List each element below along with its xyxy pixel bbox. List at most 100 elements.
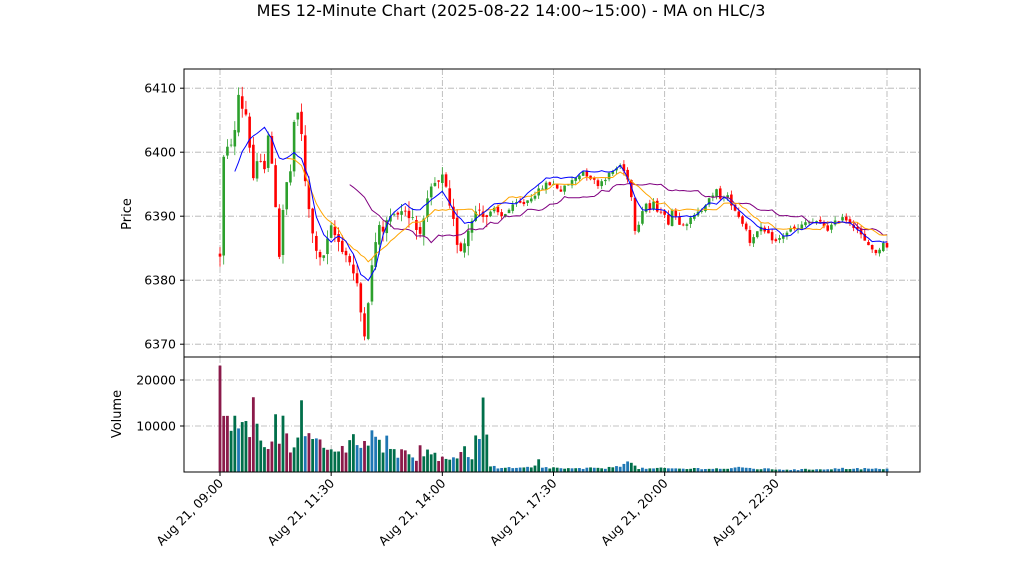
volume-bar [485,434,489,472]
candle-body [600,181,603,187]
volume-bar [340,445,344,472]
volume-bar [626,461,630,472]
volume-bar [874,468,878,472]
price-axes-frame [183,68,921,358]
volume-bar [522,467,526,472]
volume-bar [403,450,407,472]
price-ytick-label: 6400 [144,145,176,160]
candle-body [655,200,659,212]
volume-bar [337,451,340,472]
volume-bar [500,467,504,472]
candle-body [511,204,515,211]
volume-bar [596,467,600,472]
candle-body [426,198,429,218]
candle-body [396,212,400,215]
x-tick-label: Aug 21, 17:30 [487,475,560,548]
candle-body [548,182,552,186]
volume-bar [318,439,322,472]
candle-body [248,116,251,148]
volume-bar [507,467,511,472]
candle-body [678,216,681,225]
candle-body [674,210,678,217]
candle-body [344,250,348,256]
candle-body [633,197,637,231]
volume-bar [518,467,522,472]
volume-bar [855,468,859,472]
candle-body [489,211,492,217]
candle-body [774,239,778,242]
volume-bar [566,468,570,472]
candle-body [277,208,281,257]
volume-bar [477,439,481,472]
volume-bar [659,467,663,472]
volume-bar [292,447,296,472]
candle-body [841,217,844,221]
volume-bar [255,423,259,472]
candle-body [689,217,692,225]
volume-bar [333,451,337,472]
candle-body [340,240,344,252]
volume-bar [459,452,463,472]
volume-bar [552,467,555,472]
candle-body [281,210,285,255]
candle-body [300,111,303,135]
volume-bar [422,456,426,472]
volume-bar [411,457,415,472]
candle-body [370,265,374,302]
volume-bar [692,467,696,472]
volume-bar [381,452,385,472]
candle-body [681,224,685,226]
candle-body [274,165,277,208]
x-tick-label: Aug 21, 14:00 [375,475,448,548]
volume-bar [455,458,459,472]
candle-body [418,227,422,234]
volume-bar [641,467,644,472]
volume-bar [463,446,466,472]
candle-body [529,198,533,202]
volume-bar [229,430,233,472]
price-ytick-label: 6410 [144,81,176,96]
volume-bar [429,454,433,472]
candle-body [867,241,870,246]
candle-body [444,174,448,187]
volume-ytick-label: 20000 [136,373,176,388]
candle-body [641,211,644,224]
volume-bar [663,467,667,472]
volume-bar [767,468,770,472]
volume-bar [259,440,263,472]
volume-bar [226,415,229,472]
volume-bar [670,468,674,472]
volume-bar [244,421,248,472]
volume-bar [611,467,615,472]
volume-bar [377,439,381,472]
volume-bar [474,435,478,472]
volume-bar [841,467,844,472]
candle-body [752,237,755,244]
volume-bar [629,462,633,472]
candle-body [741,216,744,224]
candle-body [844,216,848,221]
candle-body [381,226,385,232]
volume-bar [655,467,659,472]
volume-bar [400,449,403,472]
candle-body [756,231,759,238]
volume-bar [433,452,437,472]
candle-body [778,237,781,240]
candle-body [322,255,326,258]
volume-bar [529,467,533,472]
candle-body [804,222,807,226]
candle-body [407,210,411,219]
price-ylabel: Price [120,198,135,230]
x-axis: Aug 21, 09:00 Aug 21, 11:30 Aug 21, 14:00 A… [153,472,888,549]
candle-body [259,160,263,162]
candle-body [485,215,489,217]
candle-body [544,182,548,190]
volume-bar [396,457,400,472]
volume-bar [303,436,307,472]
candle-body [533,195,537,199]
volume-bar [326,449,329,472]
candle-body [233,130,237,147]
volume-bar [281,415,285,472]
candle-body [263,160,266,170]
candle-body [652,201,655,210]
